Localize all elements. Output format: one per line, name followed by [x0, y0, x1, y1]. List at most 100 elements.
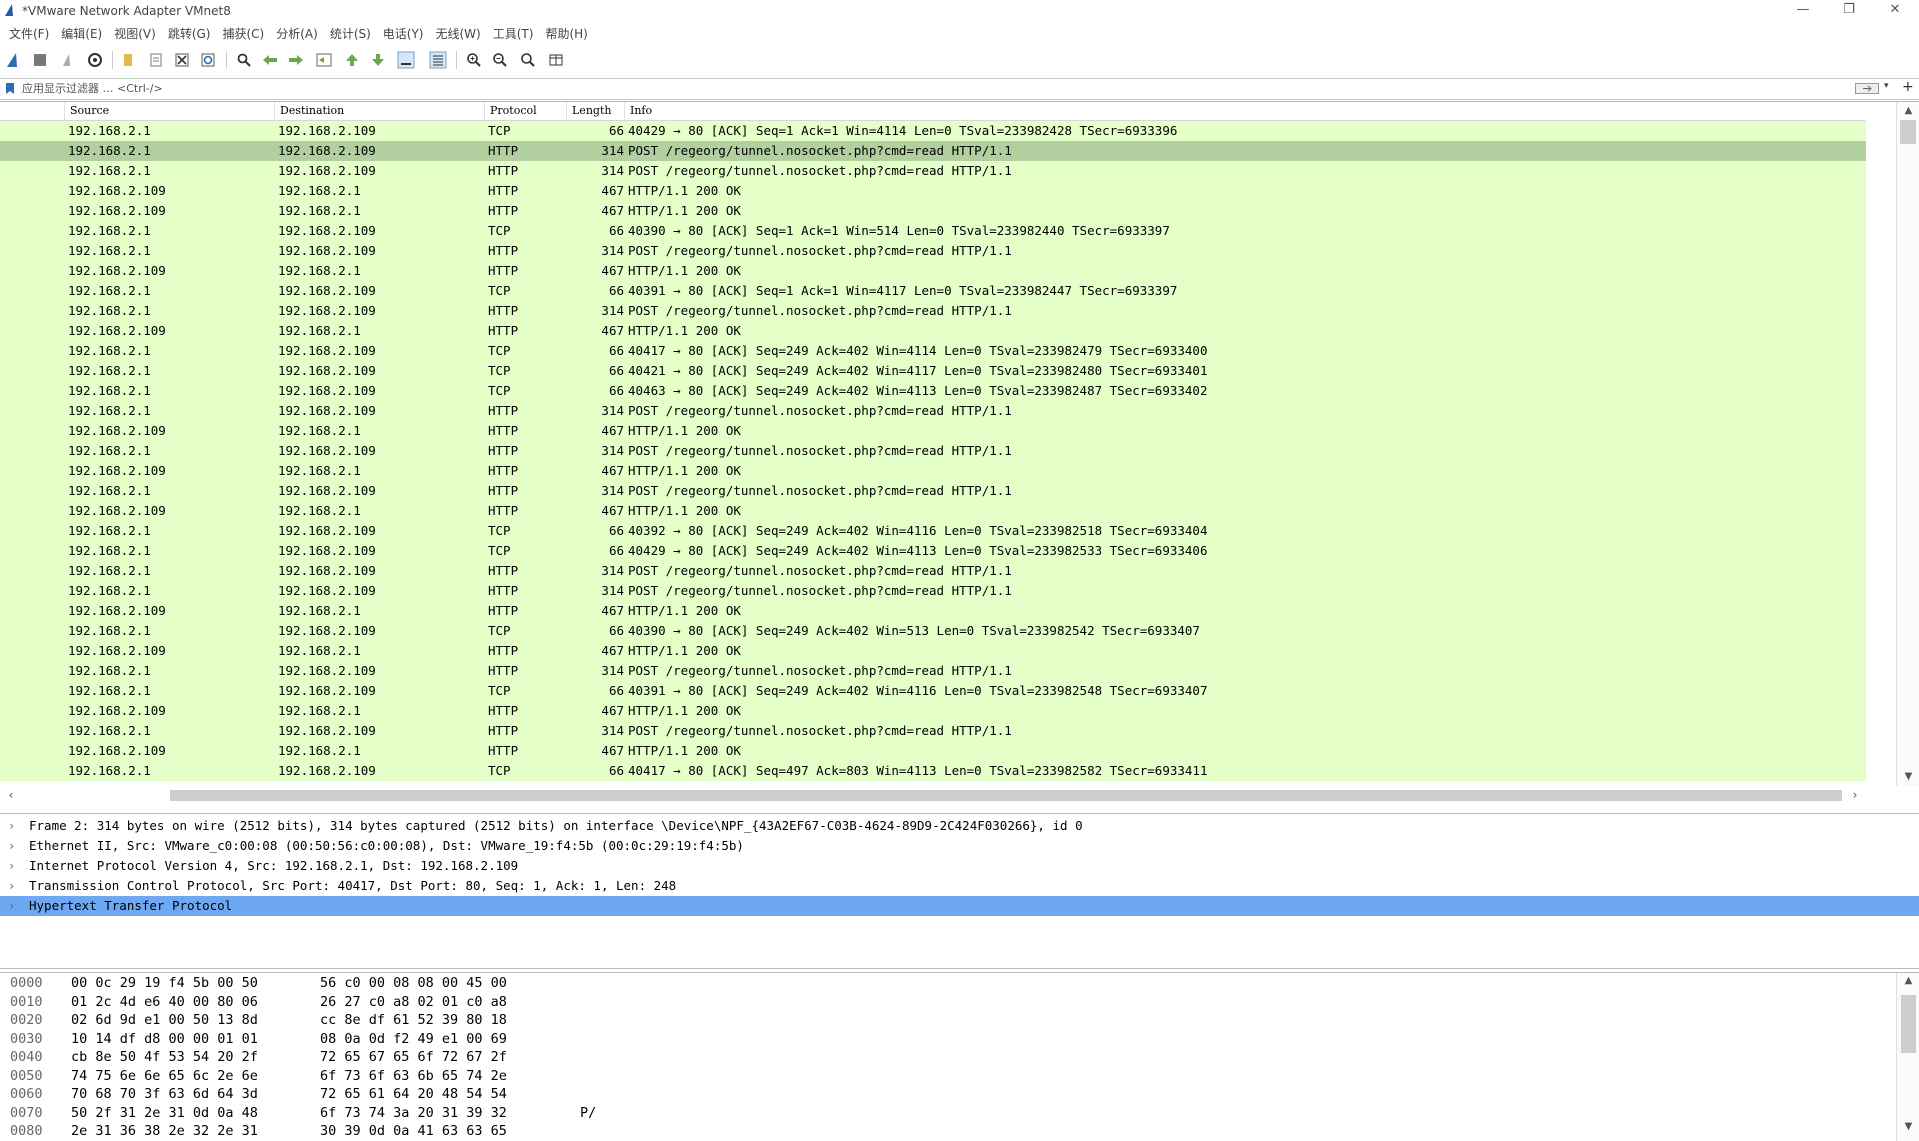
packet-row[interactable]: 192.168.2.1 192.168.2.109 TCP 66 40421 → 80 … — [0, 361, 1866, 381]
last-packet-icon[interactable] — [368, 50, 388, 70]
bytes-row[interactable]: 0040 cb 8e 50 4f 53 54 20 2f 72 65 67 65 6… — [0, 1048, 1919, 1067]
packet-row[interactable]: 192.168.2.1 192.168.2.109 HTTP 314 POST /reg… — [0, 141, 1866, 161]
column-header-no[interactable] — [0, 102, 64, 120]
filter-dropdown-icon[interactable]: ▾ — [1884, 81, 1889, 91]
restart-capture-icon[interactable] — [58, 50, 78, 70]
packet-row[interactable]: 192.168.2.1 192.168.2.109 HTTP 314 POST /reg… — [0, 241, 1866, 261]
menu-wireless[interactable]: 无线(W) — [430, 24, 487, 44]
find-icon[interactable] — [234, 50, 254, 70]
bytes-vertical-scrollbar[interactable]: ▲ ▼ — [1896, 973, 1919, 1141]
bytes-row[interactable]: 0060 70 68 70 3f 63 6d 64 3d 72 65 61 64 2… — [0, 1085, 1919, 1104]
go-to-packet-icon[interactable] — [314, 50, 334, 70]
resize-columns-icon[interactable] — [546, 50, 566, 70]
add-filter-button[interactable]: + — [1902, 79, 1914, 95]
menu-analyze[interactable]: 分析(A) — [270, 24, 324, 44]
scroll-thumb[interactable] — [1900, 120, 1916, 144]
packet-row[interactable]: 192.168.2.1 192.168.2.109 TCP 66 40463 → 80 … — [0, 381, 1866, 401]
menu-go[interactable]: 跳转(G) — [162, 24, 217, 44]
minimize-button[interactable]: — — [1780, 0, 1826, 22]
close-button[interactable]: ✕ — [1872, 0, 1918, 22]
filter-apply-icon[interactable] — [1855, 83, 1879, 94]
menu-file[interactable]: 文件(F) — [3, 24, 55, 44]
detail-tree-item[interactable]: › Ethernet II, Src: VMware_c0:00:08 (00:5… — [0, 836, 1919, 856]
bytes-row[interactable]: 0080 2e 31 36 38 2e 32 2e 31 30 39 0d 0a 4… — [0, 1122, 1919, 1141]
bytes-row[interactable]: 0030 10 14 df d8 00 00 01 01 08 0a 0d f2 4… — [0, 1030, 1919, 1049]
packet-row[interactable]: 192.168.2.109 192.168.2.1 HTTP 467 HTTP/1.1 … — [0, 741, 1866, 761]
restore-button[interactable]: ❐ — [1826, 0, 1872, 22]
menu-edit[interactable]: 编辑(E) — [55, 24, 108, 44]
packet-row[interactable]: 192.168.2.109 192.168.2.1 HTTP 467 HTTP/1.1 … — [0, 501, 1866, 521]
bytes-row[interactable]: 0010 01 2c 4d e6 40 00 80 06 26 27 c0 a8 0… — [0, 993, 1919, 1012]
packet-row[interactable]: 192.168.2.109 192.168.2.1 HTTP 467 HTTP/1.1 … — [0, 261, 1866, 281]
go-back-icon[interactable] — [260, 50, 280, 70]
shark-fin-start-icon[interactable] — [4, 50, 24, 70]
menu-view[interactable]: 视图(V) — [108, 24, 162, 44]
packet-row[interactable]: 192.168.2.109 192.168.2.1 HTTP 467 HTTP/1.1 … — [0, 601, 1866, 621]
expand-chevron-icon[interactable]: › — [8, 876, 22, 896]
menu-help[interactable]: 帮助(H) — [539, 24, 593, 44]
detail-tree-item[interactable]: › Hypertext Transfer Protocol — [0, 896, 1919, 916]
bytes-row[interactable]: 0050 74 75 6e 6e 65 6c 2e 6e 6f 73 6f 63 6… — [0, 1067, 1919, 1086]
packet-row[interactable]: 192.168.2.1 192.168.2.109 HTTP 314 POST /reg… — [0, 301, 1866, 321]
detail-tree-item[interactable]: › Transmission Control Protocol, Src Port… — [0, 876, 1919, 896]
packet-row[interactable]: 192.168.2.1 192.168.2.109 TCP 66 40429 → 80 … — [0, 121, 1866, 141]
scroll-up-icon[interactable]: ▲ — [1897, 975, 1919, 989]
packet-list-vertical-scrollbar[interactable]: ▲ ▼ — [1866, 102, 1919, 786]
bytes-row[interactable]: 0000 00 0c 29 19 f4 5b 00 50 56 c0 00 08 0… — [0, 974, 1919, 993]
expand-chevron-icon[interactable]: › — [8, 836, 22, 856]
packet-row[interactable]: 192.168.2.1 192.168.2.109 TCP 66 40392 → 80 … — [0, 521, 1866, 541]
packet-row[interactable]: 192.168.2.109 192.168.2.1 HTTP 467 HTTP/1.1 … — [0, 461, 1866, 481]
packet-row[interactable]: 192.168.2.1 192.168.2.109 HTTP 314 POST /reg… — [0, 441, 1866, 461]
packet-row[interactable]: 192.168.2.1 192.168.2.109 TCP 66 40391 → 80 … — [0, 281, 1866, 301]
zoom-normal-icon[interactable] — [518, 50, 538, 70]
packet-row[interactable]: 192.168.2.1 192.168.2.109 HTTP 314 POST /reg… — [0, 481, 1866, 501]
bookmark-icon[interactable] — [5, 82, 15, 95]
packet-row[interactable]: 192.168.2.1 192.168.2.109 HTTP 314 POST /reg… — [0, 661, 1866, 681]
reload-icon[interactable] — [198, 50, 218, 70]
bytes-row[interactable]: 0020 02 6d 9d e1 00 50 13 8d cc 8e df 61 5… — [0, 1011, 1919, 1030]
expand-chevron-icon[interactable]: › — [8, 896, 22, 916]
menu-statistics[interactable]: 统计(S) — [324, 24, 377, 44]
detail-tree-item[interactable]: › Frame 2: 314 bytes on wire (2512 bits),… — [0, 816, 1919, 836]
go-forward-icon[interactable] — [286, 50, 306, 70]
column-header-destination[interactable]: Destination — [274, 102, 484, 120]
stop-square-icon[interactable] — [30, 50, 50, 70]
packet-row[interactable]: 192.168.2.109 192.168.2.1 HTTP 467 HTTP/1.1 … — [0, 181, 1866, 201]
scroll-thumb[interactable] — [1901, 995, 1916, 1053]
packet-row[interactable]: 192.168.2.1 192.168.2.109 HTTP 314 POST /reg… — [0, 401, 1866, 421]
scroll-right-icon[interactable]: › — [1846, 786, 1864, 804]
scroll-down-icon[interactable]: ▼ — [1897, 768, 1919, 786]
packet-row[interactable]: 192.168.2.109 192.168.2.1 HTTP 467 HTTP/1.1 … — [0, 321, 1866, 341]
column-header-length[interactable]: Length — [566, 102, 624, 120]
bytes-row[interactable]: 0070 50 2f 31 2e 31 0d 0a 48 6f 73 74 3a 2… — [0, 1104, 1919, 1123]
save-file-icon[interactable] — [146, 50, 166, 70]
display-filter-input[interactable] — [22, 80, 1852, 96]
capture-options-gear-icon[interactable] — [85, 50, 105, 70]
open-file-icon[interactable] — [118, 50, 138, 70]
zoom-out-icon[interactable] — [490, 50, 510, 70]
packet-row[interactable]: 192.168.2.1 192.168.2.109 HTTP 314 POST /reg… — [0, 561, 1866, 581]
colorize-icon[interactable] — [428, 50, 448, 70]
packet-row[interactable]: 192.168.2.109 192.168.2.1 HTTP 467 HTTP/1.1 … — [0, 201, 1866, 221]
packet-row[interactable]: 192.168.2.1 192.168.2.109 HTTP 314 POST /reg… — [0, 581, 1866, 601]
packet-list-horizontal-scrollbar[interactable]: ‹ › — [0, 786, 1866, 804]
scroll-up-icon[interactable]: ▲ — [1897, 102, 1919, 120]
column-header-protocol[interactable]: Protocol — [484, 102, 566, 120]
scroll-left-icon[interactable]: ‹ — [2, 786, 20, 804]
packet-row[interactable]: 192.168.2.109 192.168.2.1 HTTP 467 HTTP/1.1 … — [0, 701, 1866, 721]
packet-row[interactable]: 192.168.2.1 192.168.2.109 TCP 66 40417 → 80 … — [0, 341, 1866, 361]
packet-row[interactable]: 192.168.2.1 192.168.2.109 TCP 66 40417 → 80 … — [0, 761, 1866, 781]
expand-chevron-icon[interactable]: › — [8, 856, 22, 876]
menu-capture[interactable]: 捕获(C) — [216, 24, 270, 44]
auto-scroll-icon[interactable] — [396, 50, 416, 70]
packet-row[interactable]: 192.168.2.109 192.168.2.1 HTTP 467 HTTP/1.1 … — [0, 421, 1866, 441]
menu-telephony[interactable]: 电话(Y) — [377, 24, 430, 44]
packet-row[interactable]: 192.168.2.109 192.168.2.1 HTTP 467 HTTP/1.1 … — [0, 641, 1866, 661]
column-header-source[interactable]: Source — [64, 102, 274, 120]
packet-row[interactable]: 192.168.2.1 192.168.2.109 TCP 66 40390 → 80 … — [0, 221, 1866, 241]
packet-row[interactable]: 192.168.2.1 192.168.2.109 TCP 66 40429 → 80 … — [0, 541, 1866, 561]
packet-row[interactable]: 192.168.2.1 192.168.2.109 HTTP 314 POST /reg… — [0, 721, 1866, 741]
detail-tree-item[interactable]: › Internet Protocol Version 4, Src: 192.1… — [0, 856, 1919, 876]
packet-row[interactable]: 192.168.2.1 192.168.2.109 TCP 66 40390 → 80 … — [0, 621, 1866, 641]
zoom-in-icon[interactable] — [464, 50, 484, 70]
